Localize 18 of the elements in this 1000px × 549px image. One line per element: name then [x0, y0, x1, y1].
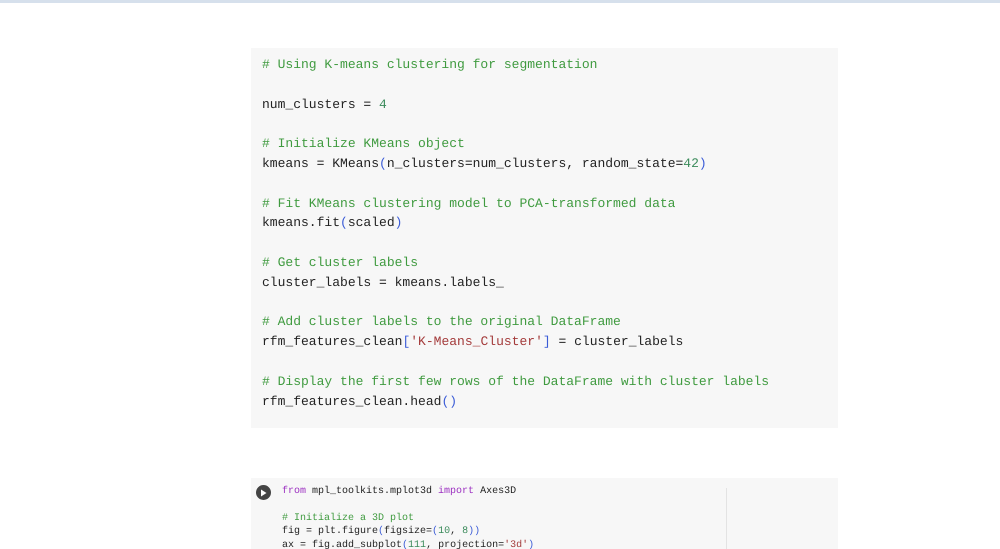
code-line: kmeans = KMeans(n_clusters=num_clusters, random_state=42) [262, 154, 708, 173]
code-line: from mpl_toolkits.mplot3d import Axes3D [282, 485, 518, 498]
code-line: # Initialize KMeans object [262, 135, 466, 154]
code-line: # Using K-means clustering for segmentation [262, 56, 598, 74]
code-line: fig = plt.figure(figsize=(10, 8)) [282, 525, 482, 539]
code-line: # Add cluster labels to the original DataFrame [262, 313, 622, 332]
code-line: # Fit KMeans clustering model to PCA-transformed data [262, 194, 676, 213]
code-line: cluster_labels = kmeans.labels_ [262, 274, 505, 292]
code-line: num_clusters = 4 [262, 96, 388, 114]
play-icon [260, 488, 267, 496]
code-line: kmeans.fit(scaled) [262, 214, 404, 232]
code-line: # Display the first few rows of the DataFrame with cluster labels [262, 372, 770, 391]
code-line: # Initialize a 3D plot [282, 512, 416, 526]
code-line: rfm_features_clean['K-Means_Cluster'] = cluster_labels [262, 333, 684, 352]
run-button[interactable] [256, 485, 271, 500]
code-line: ax = fig.add_subplot(111, projection='3d') [282, 538, 534, 549]
code-line: # Get cluster labels [262, 254, 420, 272]
code-line: rfm_features_clean.head() [262, 392, 458, 411]
